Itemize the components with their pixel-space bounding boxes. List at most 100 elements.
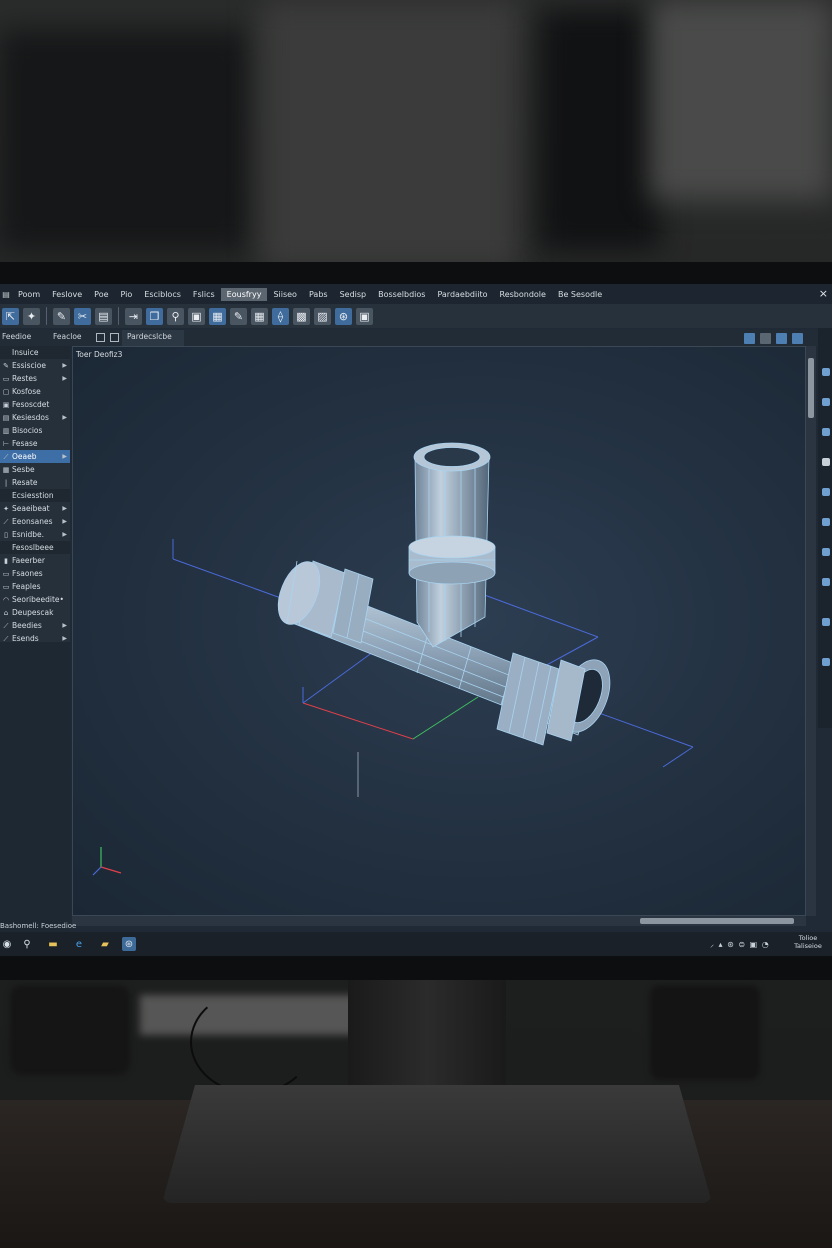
menu-item[interactable]: Poe xyxy=(88,288,114,301)
tee-pipe-model[interactable] xyxy=(73,347,806,916)
pen-icon[interactable]: ✎ xyxy=(53,307,70,325)
toolbar: ⇱ ✦ ✎ ✂ ▤ ⇥ ❐ ⚲ ▣ ▦ ✎ ▦ ⟠ ▩ ▨ ⊛ ▣ xyxy=(0,304,832,328)
vertical-branch xyxy=(408,442,496,648)
panel-item[interactable]: ✦ Seaeibeat ▶ xyxy=(0,502,70,515)
tab-second[interactable]: Feacloe xyxy=(53,332,82,341)
tab-left[interactable]: Feedioe xyxy=(2,332,31,341)
view-side-icon[interactable] xyxy=(776,333,787,344)
panel-item-label: Kosfose xyxy=(12,387,41,396)
scroll-thumb[interactable] xyxy=(640,918,794,924)
scroll-thumb[interactable] xyxy=(808,358,814,418)
left-panel-empty xyxy=(0,642,70,932)
tool-icon[interactable] xyxy=(822,518,830,526)
explorer-icon[interactable]: ▰ xyxy=(98,937,112,951)
panel-item[interactable]: ⊢ Fesase xyxy=(0,437,70,450)
panel-item[interactable]: ▣ Fesoscdet xyxy=(0,398,70,411)
panel-item[interactable]: ▭ Fsaones xyxy=(0,567,70,580)
view-iso-icon[interactable] xyxy=(792,333,803,344)
tool-icon[interactable] xyxy=(822,618,830,626)
menu-item[interactable]: Feslove xyxy=(46,288,88,301)
puzzle-icon[interactable]: ✦ xyxy=(23,307,40,325)
panel-item[interactable]: ▦ Sesbe xyxy=(0,463,70,476)
menu-item[interactable]: Poom xyxy=(12,288,46,301)
menu-item[interactable]: Sedisp xyxy=(334,288,373,301)
edge-icon[interactable]: e xyxy=(72,937,86,951)
panel-item-label: Resate xyxy=(12,478,38,487)
close-icon[interactable]: × xyxy=(819,287,828,300)
panel-item[interactable]: Ecsiesstion xyxy=(0,489,70,502)
copy-icon[interactable]: ❐ xyxy=(146,307,163,325)
search-icon[interactable]: ⚲ xyxy=(167,307,184,325)
panel-item[interactable]: ▭ Feaples xyxy=(0,580,70,593)
tool-icon[interactable] xyxy=(822,398,830,406)
connect-icon[interactable]: ⟠ xyxy=(272,307,289,325)
export-icon[interactable]: ⇥ xyxy=(125,307,142,325)
panel-item[interactable]: ▤ Kesiesdos ▶ xyxy=(0,411,70,424)
menu-item[interactable]: Bosselbdios xyxy=(372,288,431,301)
tool-icon[interactable] xyxy=(822,488,830,496)
blurred-door xyxy=(540,10,660,250)
chrome-icon[interactable]: ◉ xyxy=(0,937,14,951)
panel-item-label: Bisocios xyxy=(12,426,43,435)
menu-item[interactable]: Pabs xyxy=(303,288,334,301)
menu-item[interactable]: Siiseo xyxy=(267,288,303,301)
document-icon[interactable]: ▤ xyxy=(95,307,112,325)
panel-item[interactable]: | Resate xyxy=(0,476,70,489)
panel-item[interactable]: Insuice xyxy=(0,346,70,359)
tab-restore-icon[interactable] xyxy=(96,333,105,342)
mesh-icon[interactable]: ▩ xyxy=(293,307,310,325)
app-menu-icon[interactable]: ▤ xyxy=(0,290,12,299)
app-icon[interactable]: ⊛ xyxy=(122,937,136,951)
panel-item[interactable]: ⟋ Beedies ▶ xyxy=(0,619,70,632)
menu-item[interactable]: Resbondole xyxy=(494,288,552,301)
menu-item[interactable]: Pio xyxy=(115,288,139,301)
vertical-scrollbar[interactable] xyxy=(806,346,816,916)
menu-item[interactable]: Fslics xyxy=(187,288,221,301)
panel-item[interactable]: ⟋ Oeaeb ▶ xyxy=(0,450,70,463)
view-front-icon[interactable] xyxy=(760,333,771,344)
menu-item[interactable]: Pardaebdiito xyxy=(431,288,493,301)
chevron-right-icon: ▶ xyxy=(62,375,67,382)
tool-icon[interactable] xyxy=(822,548,830,556)
panel-item[interactable]: ▢ Kosfose xyxy=(0,385,70,398)
panel-item-label: Kesiesdos xyxy=(12,413,49,422)
system-tray[interactable]: ⸝ ▴ ⊛ ⊜ ▣ ◔ xyxy=(710,939,770,950)
scissors-icon[interactable]: ✂ xyxy=(74,307,91,325)
panel-item-label: Restes xyxy=(12,374,37,383)
panel-item[interactable]: ⌂ Deupescak xyxy=(0,606,70,619)
tool-icon[interactable] xyxy=(822,368,830,376)
search-icon[interactable]: ⚲ xyxy=(20,937,34,951)
tool-icon[interactable] xyxy=(822,428,830,436)
tab-maximize-icon[interactable] xyxy=(110,333,119,342)
3d-viewport[interactable]: Toer Deofiz3 xyxy=(72,346,806,916)
tool-icon[interactable] xyxy=(822,458,830,466)
panel-item[interactable]: ✎ Essiscioe ▶ xyxy=(0,359,70,372)
panel-item[interactable]: ◠ Seoribeedite• xyxy=(0,593,70,606)
folder-icon[interactable]: ▬ xyxy=(46,937,60,951)
menu-item[interactable]: Be Sesodle xyxy=(552,288,608,301)
layers-icon[interactable]: ▦ xyxy=(209,307,226,325)
tool-icon[interactable] xyxy=(822,658,830,666)
box-icon[interactable]: ▨ xyxy=(314,307,331,325)
grid-icon[interactable]: ▦ xyxy=(251,307,268,325)
image-icon[interactable]: ▣ xyxy=(188,307,205,325)
clock[interactable]: Tolioe Taliseioe xyxy=(786,934,830,950)
menu-item[interactable]: Eousfryy xyxy=(220,287,268,301)
tool-icon[interactable] xyxy=(822,578,830,586)
menu-item[interactable]: Esciblocs xyxy=(138,288,187,301)
panel-item-label: Seaeibeat xyxy=(12,504,50,513)
panel-item[interactable]: ▮ Faeerber xyxy=(0,554,70,567)
globe-icon[interactable]: ⊛ xyxy=(335,307,352,325)
horizontal-scrollbar[interactable] xyxy=(72,916,806,926)
panel-item[interactable]: ▭ Restes ▶ xyxy=(0,372,70,385)
panel-item[interactable]: Fesoslbeee xyxy=(0,541,70,554)
panel-item[interactable]: ▯ Esnidbe. ▶ xyxy=(0,528,70,541)
panel-item-label: Seoribeedite xyxy=(12,595,60,604)
brush-icon[interactable]: ✎ xyxy=(230,307,247,325)
panel-item[interactable]: ▥ Bisocios xyxy=(0,424,70,437)
view-top-icon[interactable] xyxy=(744,333,755,344)
window-icon[interactable]: ▣ xyxy=(356,307,373,325)
new-file-icon[interactable]: ⇱ xyxy=(2,307,19,325)
panel-item[interactable]: ⟋ Eeonsanes ▶ xyxy=(0,515,70,528)
panel-item-label: Fesoslbeee xyxy=(12,543,54,552)
